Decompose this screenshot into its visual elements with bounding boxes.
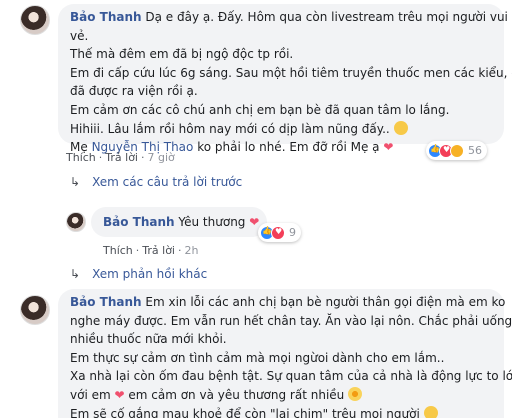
view-previous-replies-link[interactable]: ↳ Xem các câu trả lời trước	[70, 175, 242, 189]
timestamp[interactable]: 7 giờ	[148, 151, 175, 164]
comment-line: vẻ.	[70, 28, 89, 43]
reply-arrow-icon: ↳	[70, 175, 81, 189]
avatar[interactable]	[20, 5, 50, 35]
flower-emoji-icon	[348, 386, 363, 401]
avatar[interactable]	[20, 295, 50, 325]
like-link[interactable]: Thích	[66, 151, 96, 164]
heart-emoji-icon: ❤	[383, 140, 394, 155]
comment-line: Bảo Thanh Dạ e đây ạ. Đấy. Hôm qua còn l…	[70, 10, 508, 24]
reply-bubble: Bảo Thanh Yêu thương ❤	[91, 207, 267, 237]
comment-line: nghe máy được. Em vẫn run hết chân tay. …	[70, 313, 512, 328]
reply-author[interactable]: Bảo Thanh	[103, 215, 175, 229]
timestamp[interactable]: 2h	[185, 244, 199, 257]
comment-author[interactable]: Bảo Thanh	[70, 295, 142, 309]
comment-line: đã được ra viện rồi ạ.	[70, 84, 198, 99]
comment-line: Em đi cấp cứu lúc 6g sáng. Sau một hồi t…	[70, 65, 512, 80]
comment-line: nhiều thuốc nữa mới khỏi.	[70, 332, 227, 347]
reply-link[interactable]: Trả lời	[105, 151, 138, 164]
comment-line: Em thực sự cảm ơn tình cảm mà mọi ngừoi …	[70, 350, 445, 365]
view-more-replies-link[interactable]: ↳ Xem phản hồi khác	[70, 267, 207, 281]
avatar[interactable]	[66, 212, 86, 232]
reaction-count: 9	[289, 226, 296, 239]
comment-bubble: Bảo Thanh Dạ e đây ạ. Đấy. Hôm qua còn l…	[58, 4, 512, 154]
comment-line: với em ❤ em cảm ơn và yêu thương rất nhi…	[70, 386, 492, 405]
comment-line: Bảo Thanh Em xin lỗi các anh chị bạn bè …	[70, 295, 506, 309]
grin-emoji-icon	[423, 405, 438, 418]
comment-line: Em cảm ơn các cô chú anh chị em bạn bè đ…	[70, 102, 450, 117]
comment-line: Xa nhà lại còn ốm đau bệnh tật. Sự quan …	[70, 369, 512, 384]
reply-arrow-icon: ↳	[70, 267, 81, 281]
heart-emoji-icon: ❤	[249, 215, 260, 229]
haha-reaction-icon	[450, 143, 464, 158]
love-reaction-icon	[271, 225, 285, 240]
reaction-summary[interactable]: 56	[426, 141, 487, 160]
comment-line: Thế mà đêm em đã bị ngộ độc tp rồi.	[70, 47, 294, 62]
grin-emoji-icon	[393, 120, 408, 135]
reply-actions: Thích · Trả lời · 2h	[103, 244, 199, 257]
reaction-count: 56	[468, 144, 482, 157]
comment-author[interactable]: Bảo Thanh	[70, 10, 142, 24]
reaction-summary[interactable]: 9	[258, 223, 301, 242]
comment-line: Em sẽ cố gắng mau khoẻ để còn "lai chim"…	[70, 405, 492, 418]
comment-actions: Thích · Trả lời · 7 giờ	[66, 151, 175, 164]
comment-line: Hihiii. Lâu lắm rồi hôm nay mới có dịp l…	[70, 120, 492, 139]
like-link[interactable]: Thích	[103, 244, 133, 257]
comment-bubble: Bảo Thanh Em xin lỗi các anh chị bạn bè …	[58, 289, 512, 418]
heart-emoji-icon: ❤	[114, 387, 125, 402]
reply-link[interactable]: Trả lời	[142, 244, 175, 257]
